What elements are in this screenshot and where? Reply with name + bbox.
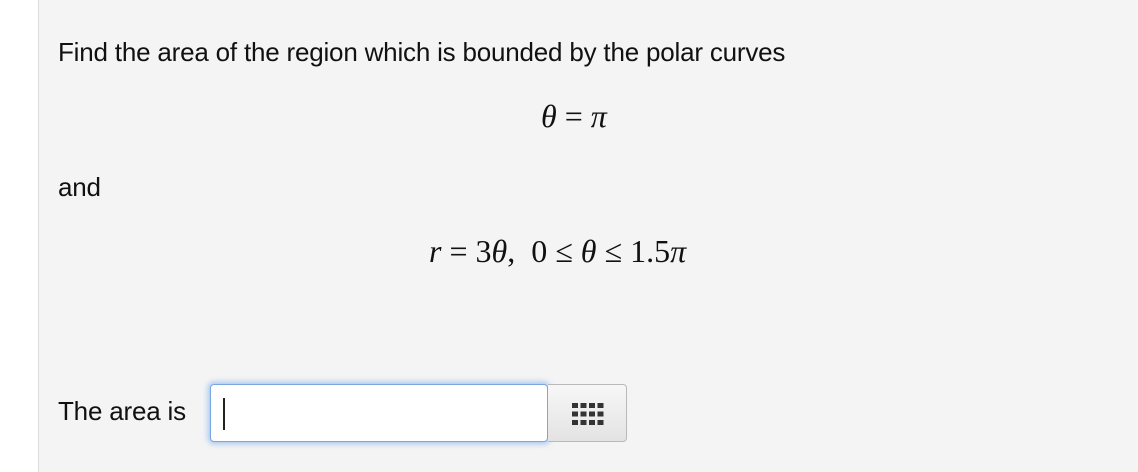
- equation-theta-equals-pi: θ = π: [541, 98, 607, 135]
- eq1-lhs: θ: [541, 98, 557, 134]
- eq2-eq: =: [441, 233, 476, 269]
- question-prompt: Find the area of the region which is bou…: [58, 37, 786, 67]
- answer-input[interactable]: [210, 384, 548, 442]
- text-caret: [223, 398, 225, 430]
- eq2-mid: θ: [580, 233, 597, 269]
- keypad-grid-icon: [572, 403, 604, 425]
- eq2-le2: ≤: [596, 233, 631, 269]
- conjunction-text: and: [58, 172, 101, 202]
- equation-polar-spiral: r = 3θ, 0 ≤ θ ≤ 1.5π: [429, 233, 686, 270]
- eq2-lo: 0: [531, 233, 548, 269]
- eq2-theta: θ: [491, 233, 508, 269]
- eq1-rhs: π: [590, 98, 607, 134]
- math-keypad-button[interactable]: [548, 384, 627, 442]
- eq2-coef: 3: [475, 233, 492, 269]
- answer-label: The area is: [58, 396, 186, 426]
- eq2-hi: 1.5: [630, 233, 671, 269]
- eq2-le1: ≤: [547, 233, 581, 269]
- question-panel: Find the area of the region which is bou…: [38, 0, 1138, 472]
- eq1-op: =: [556, 98, 591, 134]
- eq2-sep: ,: [507, 233, 532, 269]
- eq2-r: r: [429, 233, 442, 269]
- eq2-pi: π: [670, 233, 687, 269]
